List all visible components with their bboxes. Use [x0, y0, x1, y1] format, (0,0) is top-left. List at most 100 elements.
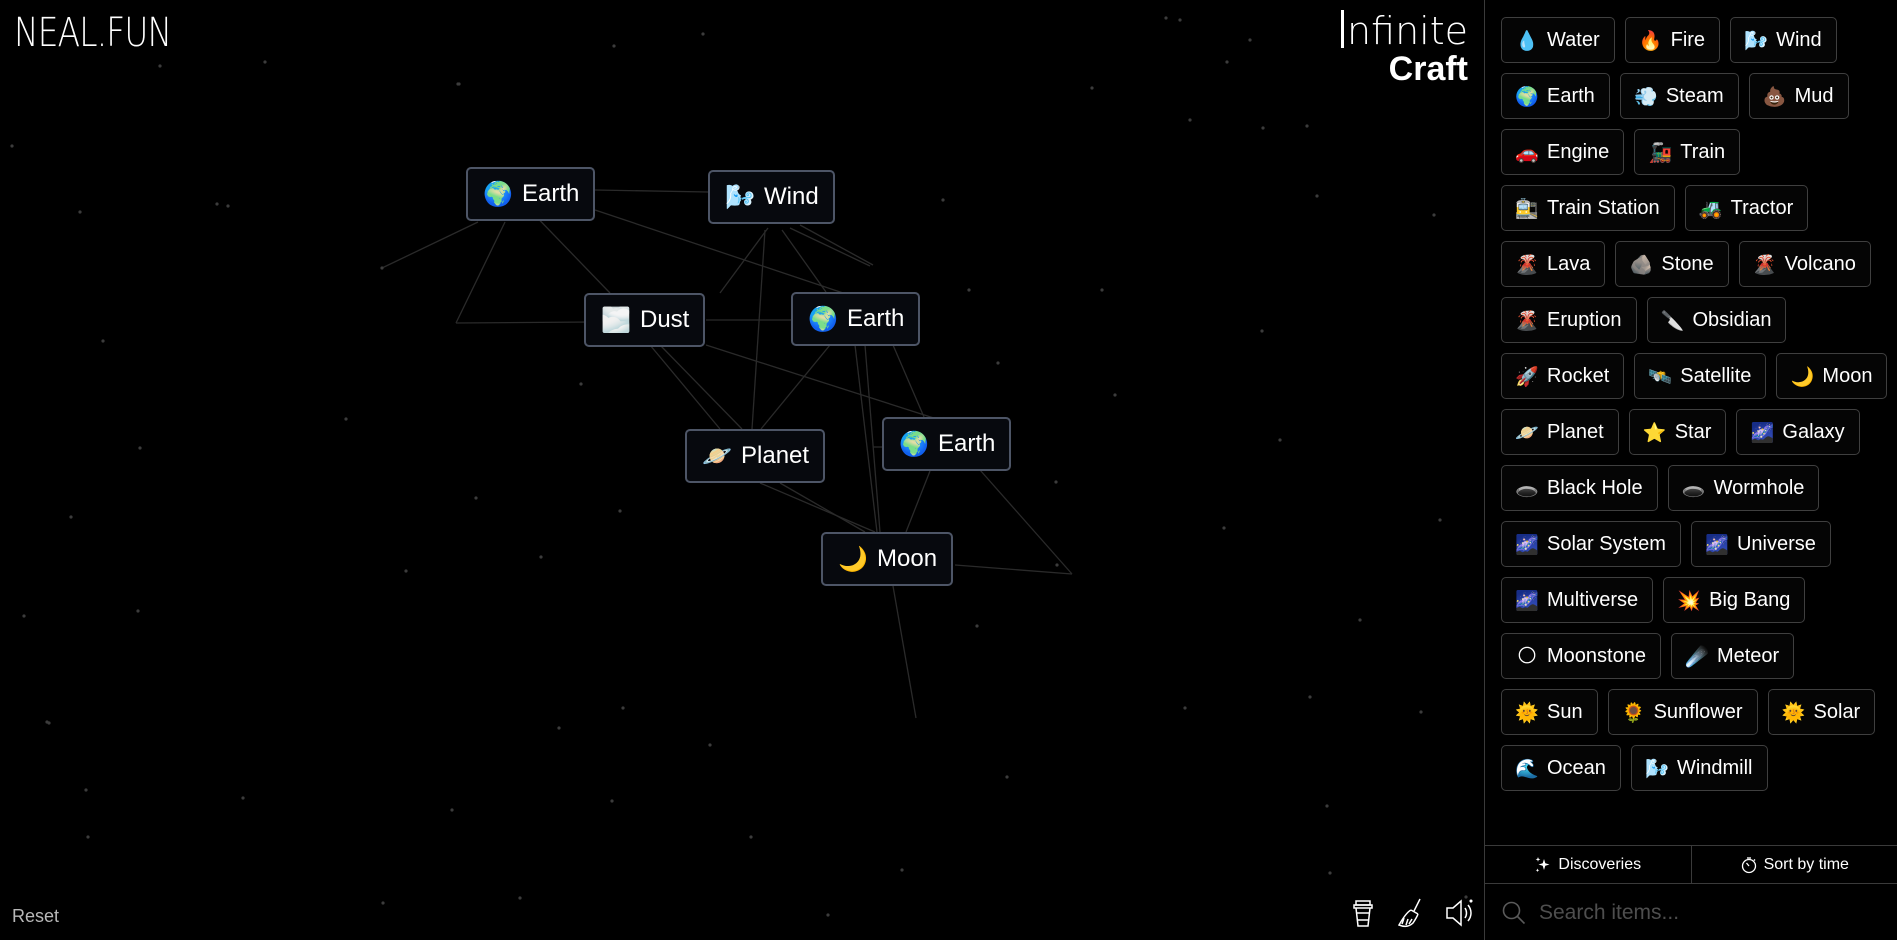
star-dot [612, 44, 616, 48]
canvas-instance-moon[interactable]: 🌙 Moon [821, 532, 954, 586]
canvas-instance-earth[interactable]: 🌍 Earth [791, 292, 921, 346]
star-dot [457, 82, 461, 86]
item-big-bang[interactable]: 💥 Big Bang [1663, 577, 1806, 623]
ocean-icon: 🌊 [1515, 757, 1539, 780]
item-sun[interactable]: 🌞 Sun [1501, 689, 1598, 735]
connection-line [719, 227, 769, 294]
item-steam[interactable]: 💨 Steam [1619, 73, 1739, 119]
canvas-instance-earth[interactable]: 🌍 Earth [466, 167, 596, 221]
dust-icon: 🌫️ [601, 306, 631, 334]
item-train[interactable]: 🚂 Train [1634, 129, 1741, 175]
big-bang-icon: 💥 [1677, 589, 1701, 612]
canvas-instance-dust[interactable]: 🌫️ Dust [584, 293, 706, 347]
item-black-hole[interactable]: 🕳️ Black Hole [1501, 465, 1658, 511]
search-bar [1485, 885, 1897, 940]
sort-by-time-button[interactable]: Sort by time [1690, 846, 1897, 883]
item-stone[interactable]: 🪨 Stone [1615, 241, 1729, 287]
item-label: Earth [1547, 84, 1595, 107]
item-ocean[interactable]: 🌊 Ocean [1501, 745, 1621, 791]
sidebar: 💧 Water 🔥 Fire 🌬️ Wind 🌍 Earth 💨 Steam 💩 Mud 🚗 Engine… [1484, 0, 1897, 940]
neal-fun-logo[interactable]: NEAL.FUN [14, 10, 172, 56]
item-windmill[interactable]: 🌬️ Windmill [1630, 745, 1768, 791]
item-water[interactable]: 💧 Water [1501, 17, 1615, 63]
item-label: Big Bang [1709, 588, 1791, 611]
connection-line [594, 189, 709, 193]
title-line-1-text: nfinite [1347, 9, 1468, 53]
star-dot [996, 361, 1000, 365]
star-dot [1113, 393, 1117, 397]
sunflower-icon: 🌻 [1621, 701, 1646, 724]
universe-icon: 🌌 [1705, 533, 1729, 556]
search-input[interactable] [1539, 900, 1869, 925]
connection-line [455, 221, 506, 324]
star-dot [1005, 775, 1009, 779]
item-wormhole[interactable]: 🕳️ Wormhole [1667, 465, 1820, 511]
instance-label: Earth [938, 430, 996, 457]
item-train-station[interactable]: 🚉 Train Station [1501, 185, 1675, 231]
item-wind[interactable]: 🌬️ Wind [1730, 17, 1837, 63]
item-fire[interactable]: 🔥 Fire [1624, 17, 1721, 63]
canvas-instance-planet[interactable]: 🪐 Planet [685, 429, 826, 483]
item-tractor[interactable]: 🚜 Tractor [1684, 185, 1809, 231]
earth-icon: 🌍 [1515, 85, 1539, 108]
item-label: Wind [1776, 28, 1822, 51]
item-universe[interactable]: 🌌 Universe [1690, 521, 1831, 567]
coffee-button[interactable] [1348, 896, 1378, 930]
item-rocket[interactable]: 🚀 Rocket [1501, 353, 1625, 399]
item-earth[interactable]: 🌍 Earth [1501, 73, 1610, 119]
item-lava[interactable]: 🌋 Lava [1501, 241, 1606, 287]
star-dot [86, 835, 90, 839]
planet-icon: 🪐 [1515, 421, 1539, 444]
item-volcano[interactable]: 🌋 Volcano [1738, 241, 1871, 287]
item-engine[interactable]: 🚗 Engine [1501, 129, 1625, 175]
item-label: Moonstone [1547, 644, 1646, 667]
item-label: Sunflower [1653, 700, 1743, 723]
item-obsidian[interactable]: 🔪 Obsidian [1646, 297, 1787, 343]
star-dot [404, 569, 408, 573]
sort-label: Sort by time [1763, 855, 1849, 873]
item-label: Multiverse [1547, 588, 1639, 611]
item-galaxy[interactable]: 🌌 Galaxy [1736, 409, 1860, 455]
item-label: Planet [1547, 420, 1604, 443]
item-sunflower[interactable]: 🌻 Sunflower [1607, 689, 1758, 735]
item-multiverse[interactable]: 🌌 Multiverse [1501, 577, 1654, 623]
train-icon: 🚂 [1648, 141, 1673, 164]
item-moon[interactable]: 🌙 Moon [1776, 353, 1888, 399]
item-planet[interactable]: 🪐 Planet [1501, 409, 1619, 455]
item-eruption[interactable]: 🌋 Eruption [1501, 297, 1637, 343]
instance-label: Earth [522, 180, 580, 207]
reset-button[interactable]: Reset [12, 906, 59, 927]
clear-canvas-button[interactable] [1396, 896, 1426, 930]
star-dot [10, 144, 14, 148]
connection-line [789, 227, 871, 267]
item-label: Mud [1794, 84, 1834, 107]
multiverse-icon: 🌌 [1515, 589, 1539, 612]
item-moonstone[interactable]: 🌕 Moonstone [1501, 633, 1661, 679]
connection-line [799, 224, 874, 266]
satellite-icon: 🛰️ [1648, 365, 1673, 388]
items-list[interactable]: 💧 Water 🔥 Fire 🌬️ Wind 🌍 Earth 💨 Steam 💩 Mud 🚗 Engine… [1485, 0, 1897, 845]
item-star[interactable]: ⭐ Star [1628, 409, 1727, 455]
canvas-instance-wind[interactable]: 🌬️ Wind [708, 170, 835, 224]
item-solar[interactable]: 🌞 Solar [1767, 689, 1876, 735]
connection-line [759, 482, 876, 533]
sun-icon: 🌞 [1515, 701, 1539, 724]
star-dot [226, 204, 230, 208]
mud-icon: 💩 [1762, 85, 1787, 108]
discoveries-button[interactable]: Discoveries [1485, 846, 1691, 883]
instance-label: Moon [877, 545, 938, 572]
item-solar-system[interactable]: 🌌 Solar System [1501, 521, 1681, 567]
item-mud[interactable]: 💩 Mud [1748, 73, 1849, 119]
item-label: Tractor [1730, 196, 1794, 219]
star-dot [263, 60, 267, 64]
connection-line [760, 344, 831, 430]
star-dot [1419, 710, 1423, 714]
item-label: Windmill [1676, 756, 1753, 779]
crafting-canvas[interactable]: NEAL.FUN nfinite Craft 🌍 Earth 🌬️ Wind 🌫… [0, 0, 1484, 940]
item-meteor[interactable]: ☄️ Meteor [1670, 633, 1795, 679]
sound-toggle-button[interactable] [1444, 896, 1474, 930]
star-dot [708, 743, 712, 747]
item-satellite[interactable]: 🛰️ Satellite [1634, 353, 1767, 399]
connection-line [979, 469, 1073, 575]
canvas-instance-earth[interactable]: 🌍 Earth [882, 417, 1012, 471]
